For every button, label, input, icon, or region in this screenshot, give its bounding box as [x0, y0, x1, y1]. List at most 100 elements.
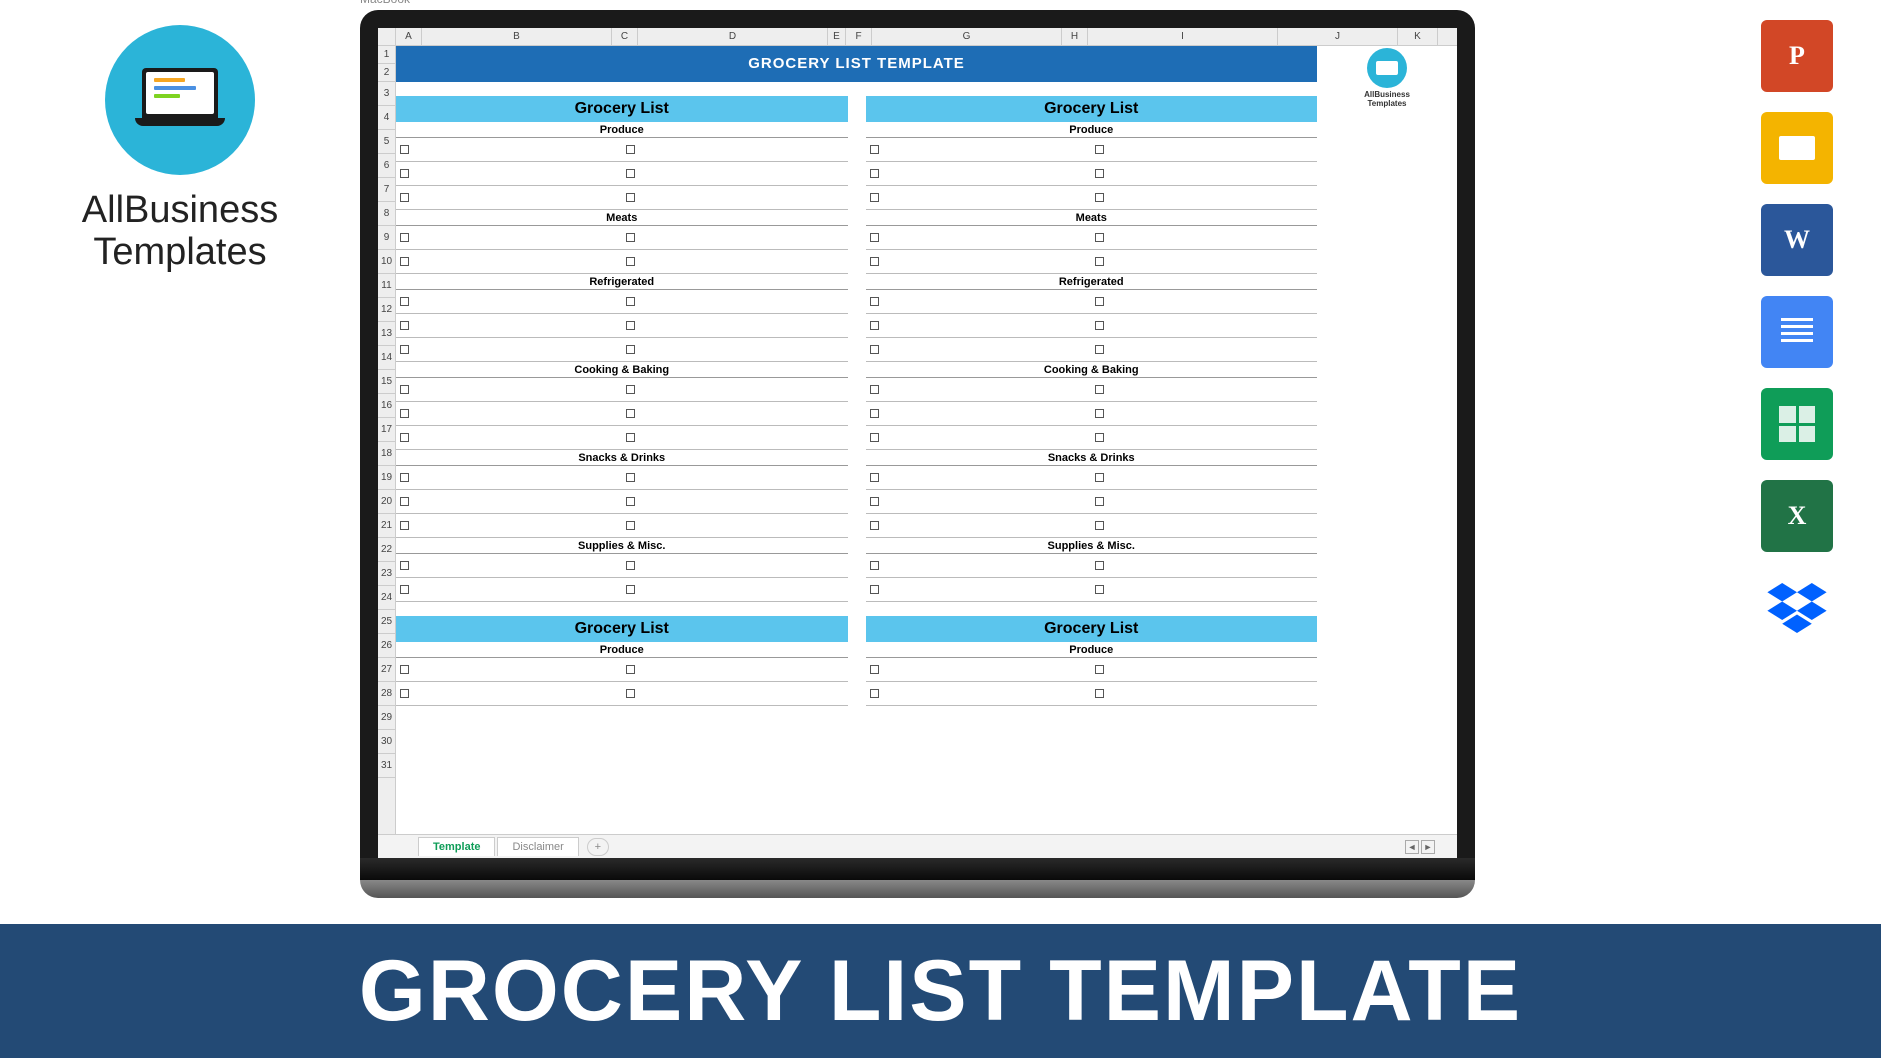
- checkbox[interactable]: [400, 521, 409, 530]
- row-header-26[interactable]: 26: [378, 634, 395, 658]
- excel-icon[interactable]: X: [1761, 480, 1833, 552]
- checkbox[interactable]: [1095, 345, 1104, 354]
- checkbox[interactable]: [1095, 561, 1104, 570]
- checkbox[interactable]: [1095, 257, 1104, 266]
- row-header-4[interactable]: 4: [378, 106, 395, 130]
- row-header-3[interactable]: 3: [378, 82, 395, 106]
- horizontal-scroll-buttons[interactable]: ◄►: [1405, 840, 1445, 854]
- checkbox[interactable]: [626, 665, 635, 674]
- row-header-21[interactable]: 21: [378, 514, 395, 538]
- checkbox[interactable]: [1095, 433, 1104, 442]
- row-header-31[interactable]: 31: [378, 754, 395, 778]
- checkbox[interactable]: [626, 497, 635, 506]
- row-header-28[interactable]: 28: [378, 682, 395, 706]
- checkbox[interactable]: [400, 169, 409, 178]
- row-header-8[interactable]: 8: [378, 202, 395, 226]
- checkbox[interactable]: [626, 473, 635, 482]
- checkbox[interactable]: [626, 193, 635, 202]
- row-header-20[interactable]: 20: [378, 490, 395, 514]
- checkbox[interactable]: [870, 193, 879, 202]
- checkbox[interactable]: [400, 561, 409, 570]
- checkbox[interactable]: [626, 257, 635, 266]
- tab-template[interactable]: Template: [418, 837, 495, 856]
- row-header-12[interactable]: 12: [378, 298, 395, 322]
- checkbox[interactable]: [400, 321, 409, 330]
- checkbox[interactable]: [870, 689, 879, 698]
- google-slides-icon[interactable]: [1761, 112, 1833, 184]
- checkbox[interactable]: [626, 233, 635, 242]
- row-header-16[interactable]: 16: [378, 394, 395, 418]
- row-header-5[interactable]: 5: [378, 130, 395, 154]
- checkbox[interactable]: [1095, 233, 1104, 242]
- checkbox[interactable]: [1095, 193, 1104, 202]
- checkbox[interactable]: [870, 169, 879, 178]
- checkbox[interactable]: [870, 257, 879, 266]
- google-sheets-icon[interactable]: [1761, 388, 1833, 460]
- row-header-30[interactable]: 30: [378, 730, 395, 754]
- checkbox[interactable]: [400, 145, 409, 154]
- checkbox[interactable]: [870, 345, 879, 354]
- checkbox[interactable]: [626, 145, 635, 154]
- checkbox[interactable]: [626, 409, 635, 418]
- checkbox[interactable]: [626, 345, 635, 354]
- checkbox[interactable]: [870, 385, 879, 394]
- checkbox[interactable]: [1095, 169, 1104, 178]
- checkbox[interactable]: [1095, 385, 1104, 394]
- row-header-15[interactable]: 15: [378, 370, 395, 394]
- checkbox[interactable]: [1095, 145, 1104, 154]
- checkbox[interactable]: [1095, 321, 1104, 330]
- checkbox[interactable]: [626, 297, 635, 306]
- checkbox[interactable]: [626, 433, 635, 442]
- checkbox[interactable]: [870, 433, 879, 442]
- checkbox[interactable]: [1095, 665, 1104, 674]
- powerpoint-icon[interactable]: P: [1761, 20, 1833, 92]
- row-header-7[interactable]: 7: [378, 178, 395, 202]
- row-header-19[interactable]: 19: [378, 466, 395, 490]
- checkbox[interactable]: [870, 473, 879, 482]
- checkbox[interactable]: [1095, 521, 1104, 530]
- row-header-24[interactable]: 24: [378, 586, 395, 610]
- row-header-6[interactable]: 6: [378, 154, 395, 178]
- column-header-F[interactable]: F: [846, 28, 872, 45]
- checkbox[interactable]: [400, 385, 409, 394]
- row-header-22[interactable]: 22: [378, 538, 395, 562]
- checkbox[interactable]: [870, 497, 879, 506]
- checkbox[interactable]: [1095, 297, 1104, 306]
- row-header-1[interactable]: 1: [378, 46, 395, 64]
- row-header-2[interactable]: 2: [378, 64, 395, 82]
- row-header-11[interactable]: 11: [378, 274, 395, 298]
- row-header-10[interactable]: 10: [378, 250, 395, 274]
- row-header-18[interactable]: 18: [378, 442, 395, 466]
- checkbox[interactable]: [870, 409, 879, 418]
- row-header-25[interactable]: 25: [378, 610, 395, 634]
- column-header-E[interactable]: E: [828, 28, 846, 45]
- checkbox[interactable]: [870, 233, 879, 242]
- checkbox[interactable]: [626, 585, 635, 594]
- checkbox[interactable]: [870, 297, 879, 306]
- checkbox[interactable]: [626, 321, 635, 330]
- row-header-23[interactable]: 23: [378, 562, 395, 586]
- checkbox[interactable]: [870, 665, 879, 674]
- checkbox[interactable]: [870, 561, 879, 570]
- word-icon[interactable]: W: [1761, 204, 1833, 276]
- checkbox[interactable]: [400, 409, 409, 418]
- checkbox[interactable]: [626, 561, 635, 570]
- checkbox[interactable]: [870, 585, 879, 594]
- checkbox[interactable]: [870, 321, 879, 330]
- checkbox[interactable]: [400, 665, 409, 674]
- column-header-A[interactable]: A: [396, 28, 422, 45]
- select-all-corner[interactable]: [378, 28, 396, 46]
- checkbox[interactable]: [626, 385, 635, 394]
- checkbox[interactable]: [400, 585, 409, 594]
- checkbox[interactable]: [626, 689, 635, 698]
- checkbox[interactable]: [1095, 409, 1104, 418]
- checkbox[interactable]: [400, 345, 409, 354]
- column-header-J[interactable]: J: [1278, 28, 1398, 45]
- row-header-14[interactable]: 14: [378, 346, 395, 370]
- tab-disclaimer[interactable]: Disclaimer: [497, 837, 578, 856]
- column-header-B[interactable]: B: [422, 28, 612, 45]
- add-sheet-button[interactable]: +: [587, 838, 609, 856]
- checkbox[interactable]: [870, 521, 879, 530]
- column-header-C[interactable]: C: [612, 28, 638, 45]
- checkbox[interactable]: [1095, 585, 1104, 594]
